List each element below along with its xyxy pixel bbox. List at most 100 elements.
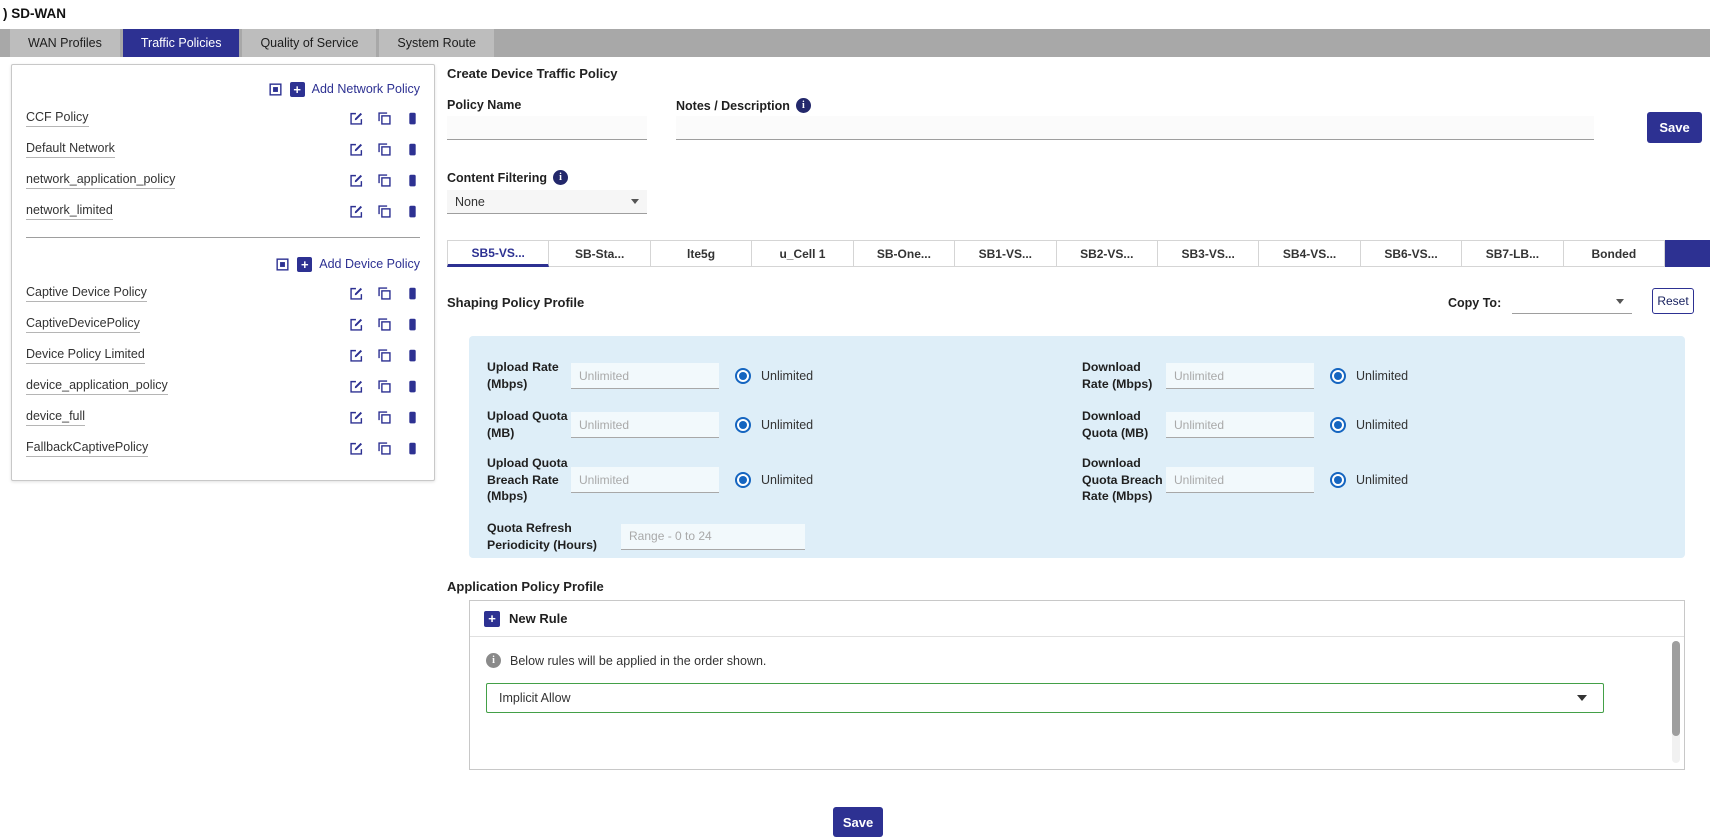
edit-icon[interactable]	[349, 204, 364, 219]
device-icon[interactable]	[405, 379, 420, 394]
network-policy-row: network_application_policy	[26, 165, 420, 196]
scrollbar[interactable]	[1672, 641, 1680, 763]
device-tab[interactable]: SB7-LB...	[1462, 240, 1563, 267]
notes-label-wrap: Notes / Description i	[676, 98, 811, 113]
shaping-policy-panel: Upload Rate (Mbps) Unlimited Download Ra…	[469, 336, 1685, 558]
reset-button[interactable]: Reset	[1652, 288, 1694, 314]
device-tab[interactable]: SB4-VS...	[1259, 240, 1360, 267]
clone-icon[interactable]	[377, 379, 392, 394]
add-icon[interactable]: +	[297, 257, 312, 272]
clone-icon[interactable]	[377, 204, 392, 219]
edit-icon[interactable]	[349, 142, 364, 157]
download-quota-input[interactable]	[1166, 412, 1314, 438]
device-policy-row: FallbackCaptivePolicy	[26, 433, 420, 464]
edit-icon[interactable]	[349, 410, 364, 425]
notes-input[interactable]	[676, 116, 1594, 140]
tab-traffic-policies[interactable]: Traffic Policies	[123, 29, 240, 57]
unlimited-radio[interactable]	[735, 472, 751, 488]
clone-icon[interactable]	[377, 173, 392, 188]
radio-label: Unlimited	[761, 369, 813, 383]
clone-icon[interactable]	[377, 111, 392, 126]
edit-icon[interactable]	[349, 317, 364, 332]
new-rule-button[interactable]: + New Rule	[470, 601, 1684, 637]
device-policy-name[interactable]: FallbackCaptivePolicy	[26, 440, 148, 457]
add-icon[interactable]: +	[290, 82, 305, 97]
device-policy-name[interactable]: device_full	[26, 409, 85, 426]
section-divider	[26, 237, 420, 238]
field-label: Upload Rate (Mbps)	[487, 359, 571, 392]
device-tab[interactable]: SB1-VS...	[955, 240, 1056, 267]
device-tab[interactable]: u_Cell 1	[752, 240, 853, 267]
edit-icon[interactable]	[349, 111, 364, 126]
device-tab[interactable]: SB6-VS...	[1361, 240, 1462, 267]
edit-icon[interactable]	[349, 379, 364, 394]
unlimited-radio[interactable]	[735, 417, 751, 433]
device-tab[interactable]: SB5-VS...	[447, 240, 549, 267]
info-icon[interactable]: i	[553, 170, 568, 185]
download-rate-input[interactable]	[1166, 363, 1314, 389]
edit-icon[interactable]	[349, 173, 364, 188]
add-device-policy-link[interactable]: Add Device Policy	[319, 257, 420, 271]
tab-system-route[interactable]: System Route	[379, 29, 494, 57]
clone-icon[interactable]	[377, 317, 392, 332]
window-icon[interactable]	[268, 82, 283, 97]
copy-to-select[interactable]	[1512, 290, 1632, 314]
device-tab[interactable]: SB3-VS...	[1158, 240, 1259, 267]
network-policy-name[interactable]: network_application_policy	[26, 172, 175, 189]
window-icon[interactable]	[275, 257, 290, 272]
device-tab[interactable]: lte5g	[651, 240, 752, 267]
content-filtering-select[interactable]: None	[447, 190, 647, 214]
policy-name-input[interactable]	[447, 116, 647, 140]
device-icon[interactable]	[405, 441, 420, 456]
edit-icon[interactable]	[349, 441, 364, 456]
scrollbar-thumb[interactable]	[1672, 641, 1680, 736]
clone-icon[interactable]	[377, 348, 392, 363]
add-network-policy-link[interactable]: Add Network Policy	[312, 82, 420, 96]
device-icon[interactable]	[405, 286, 420, 301]
device-icon[interactable]	[405, 173, 420, 188]
device-tab[interactable]: SB2-VS...	[1057, 240, 1158, 267]
network-policy-name[interactable]: CCF Policy	[26, 110, 89, 127]
device-icon[interactable]	[405, 142, 420, 157]
network-policy-row: Default Network	[26, 134, 420, 165]
clone-icon[interactable]	[377, 410, 392, 425]
edit-icon[interactable]	[349, 286, 364, 301]
quota-refresh-input[interactable]	[621, 524, 805, 550]
device-icon[interactable]	[405, 204, 420, 219]
device-policy-name[interactable]: device_application_policy	[26, 378, 168, 395]
tab-quality-of-service[interactable]: Quality of Service	[242, 29, 376, 57]
save-button[interactable]: Save	[1647, 112, 1702, 143]
clone-icon[interactable]	[377, 441, 392, 456]
unlimited-radio[interactable]	[1330, 368, 1346, 384]
network-policy-name[interactable]: Default Network	[26, 141, 115, 158]
upload-rate-input[interactable]	[571, 363, 719, 389]
network-policy-name[interactable]: network_limited	[26, 203, 113, 220]
upload-quota-input[interactable]	[571, 412, 719, 438]
edit-icon[interactable]	[349, 348, 364, 363]
save-button-bottom[interactable]: Save	[833, 807, 883, 837]
rule-select[interactable]: Implicit Allow	[486, 683, 1604, 713]
device-policy-name[interactable]: CaptiveDevicePolicy	[26, 316, 140, 333]
tab-scroll-right-button[interactable]	[1665, 240, 1710, 267]
device-policy-name[interactable]: Device Policy Limited	[26, 347, 145, 364]
tab-wan-profiles[interactable]: WAN Profiles	[10, 29, 120, 57]
clone-icon[interactable]	[377, 142, 392, 157]
device-tab[interactable]: SB-One...	[854, 240, 955, 267]
device-tab[interactable]: Bonded	[1564, 240, 1665, 267]
device-policy-name[interactable]: Captive Device Policy	[26, 285, 147, 302]
device-icon[interactable]	[405, 410, 420, 425]
device-icon[interactable]	[405, 317, 420, 332]
clone-icon[interactable]	[377, 286, 392, 301]
info-icon: i	[486, 653, 501, 668]
radio-label: Unlimited	[1356, 473, 1408, 487]
upload-quota-breach-input[interactable]	[571, 467, 719, 493]
copy-to-label: Copy To:	[1448, 296, 1501, 310]
unlimited-radio[interactable]	[735, 368, 751, 384]
info-icon[interactable]: i	[796, 98, 811, 113]
unlimited-radio[interactable]	[1330, 472, 1346, 488]
download-quota-breach-input[interactable]	[1166, 467, 1314, 493]
device-tab[interactable]: SB-Sta...	[549, 240, 650, 267]
unlimited-radio[interactable]	[1330, 417, 1346, 433]
device-icon[interactable]	[405, 111, 420, 126]
device-icon[interactable]	[405, 348, 420, 363]
